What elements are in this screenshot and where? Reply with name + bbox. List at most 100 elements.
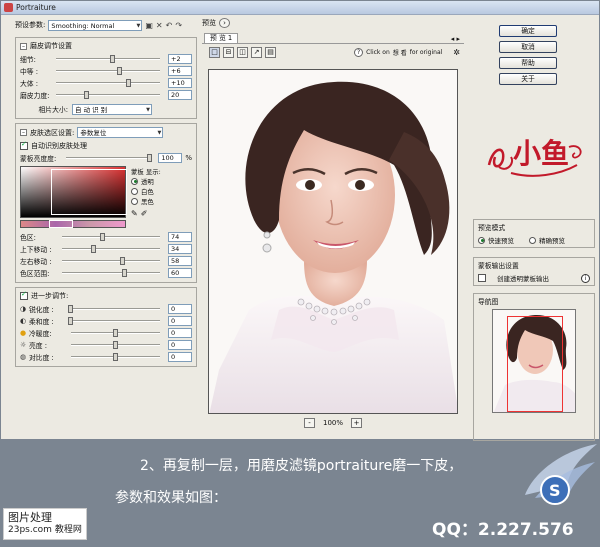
delete-icon[interactable]: ✕ [156, 21, 163, 30]
cancel-button[interactable]: 取消 [499, 41, 557, 53]
value-slider[interactable] [56, 65, 160, 77]
preview-expand-icon[interactable]: › [219, 18, 230, 28]
slider-knob[interactable] [147, 154, 153, 162]
eyedropper-icon[interactable]: ✎ [131, 209, 138, 218]
radio-transparent[interactable] [131, 177, 138, 185]
navigator-viewport[interactable] [507, 316, 563, 412]
slider-row: 色区: 74 [20, 231, 192, 243]
slider-value-field[interactable]: 0 [168, 352, 192, 362]
preset-select[interactable]: Smoothing: Normal [48, 19, 143, 31]
slider-knob[interactable] [100, 233, 106, 241]
radio-white[interactable] [131, 187, 138, 195]
value-slider[interactable] [56, 77, 160, 89]
collapse-icon[interactable]: – [20, 42, 27, 50]
color-picker-area: 蒙板 显示: 透明 白色 黑色 ✎ ✐ [20, 166, 192, 228]
zoom-out-button[interactable]: - [303, 418, 315, 428]
slider-knob[interactable] [84, 91, 90, 99]
save-icon[interactable]: ▣ [145, 21, 153, 30]
mask-brightness-value[interactable]: 100 [158, 153, 183, 163]
slider-label: 亮度 : [29, 342, 48, 350]
slider-value-field[interactable]: +2 [168, 54, 192, 64]
value-slider[interactable] [68, 303, 160, 315]
value-slider[interactable] [62, 267, 160, 279]
value-slider[interactable] [71, 327, 160, 339]
slider-knob[interactable] [125, 79, 131, 87]
slider-value-field[interactable]: +10 [168, 78, 192, 88]
compare-icon[interactable]: ▤ [265, 47, 276, 58]
color-selection[interactable] [51, 169, 127, 215]
undo-icon[interactable]: ↶ [166, 21, 173, 30]
fast-preview-radio[interactable] [478, 236, 485, 244]
tab-scroll-icon[interactable]: ◂ ▸ [451, 35, 460, 43]
navigator-thumbnail[interactable] [492, 309, 576, 413]
slider-value-field[interactable]: 74 [168, 232, 192, 242]
radio-black[interactable] [131, 197, 138, 205]
eyedropper-plus-icon[interactable]: ✐ [141, 209, 148, 218]
slider-knob[interactable] [121, 269, 127, 277]
value-slider[interactable] [62, 231, 160, 243]
slider-knob[interactable] [68, 317, 73, 325]
mask-brightness-slider[interactable] [66, 152, 153, 164]
slider-knob[interactable] [117, 67, 123, 75]
hue-strip[interactable] [20, 220, 126, 228]
value-slider[interactable] [56, 53, 160, 65]
tab-preview-1[interactable]: 预 览 1 [204, 33, 239, 43]
percent-unit: % [185, 154, 192, 162]
slider-value-field[interactable]: 58 [168, 256, 192, 266]
slider-row: 大体 : +10 [20, 77, 192, 89]
slider-row: ● 冷暖度: 0 [20, 327, 192, 339]
redo-icon[interactable]: ↷ [175, 21, 182, 30]
slider-value-field[interactable]: 0 [168, 316, 192, 326]
settings-gear-icon[interactable]: ✲ [453, 48, 460, 57]
mask-option-white[interactable]: 白色 [131, 186, 161, 196]
slider-knob[interactable] [91, 245, 97, 253]
value-slider[interactable] [62, 243, 160, 255]
slider-knob[interactable] [112, 353, 118, 361]
preview-image[interactable] [208, 69, 458, 414]
new-preview-icon[interactable]: ↗ [251, 47, 262, 58]
split-vertical-icon[interactable]: ◫ [237, 47, 248, 58]
value-slider[interactable] [62, 255, 160, 267]
skin-mode-select[interactable]: 参数复位 [77, 127, 164, 138]
value-slider[interactable] [56, 89, 160, 101]
accurate-preview-radio[interactable] [529, 236, 536, 244]
value-slider[interactable] [68, 315, 160, 327]
slider-label: 左右移动 : [20, 258, 52, 266]
mask-option-black[interactable]: 黑色 [131, 196, 161, 206]
help-button[interactable]: 帮助 [499, 57, 557, 69]
photo-size-select[interactable]: 自 动 识 别 [72, 103, 152, 115]
skin-group: – 皮肤选区设置: 参数复位 自动识别皮肤处理 蒙板亮度度: 100 % [15, 123, 197, 283]
contrast-icon: ◍ [20, 353, 27, 361]
skin-title-text: 皮肤选区设置: [30, 128, 75, 137]
collapse-icon[interactable]: – [20, 129, 27, 136]
slider-knob[interactable] [119, 257, 125, 265]
slider-knob[interactable] [112, 329, 118, 337]
color-field[interactable] [20, 166, 127, 218]
about-button[interactable]: 关于 [499, 73, 557, 85]
info-icon[interactable]: i [581, 273, 590, 283]
slider-value-field[interactable]: 34 [168, 244, 192, 254]
transparent-mask-checkbox[interactable] [478, 274, 486, 282]
slider-knob[interactable] [112, 341, 118, 349]
slider-value-field[interactable]: +6 [168, 66, 192, 76]
slider-knob[interactable] [68, 305, 73, 313]
slider-value-field[interactable]: 20 [168, 90, 192, 100]
auto-skin-checkbox[interactable] [20, 140, 28, 150]
hue-selection[interactable] [49, 220, 73, 228]
slider-value-field[interactable]: 60 [168, 268, 192, 278]
help-icon[interactable]: ? [354, 48, 364, 57]
split-horizontal-icon[interactable]: ⊟ [223, 47, 234, 58]
single-view-icon[interactable]: □ [209, 47, 220, 58]
eyedropper-tools: ✎ ✐ [131, 208, 161, 218]
slider-value-field[interactable]: 0 [168, 304, 192, 314]
value-slider[interactable] [71, 351, 160, 363]
mask-option-transparent[interactable]: 透明 [131, 176, 161, 186]
value-slider[interactable] [71, 339, 160, 351]
slider-value-field[interactable]: 0 [168, 340, 192, 350]
slider-value-field[interactable]: 0 [168, 328, 192, 338]
watermark-title: 图片处理 [8, 511, 52, 524]
ok-button[interactable]: 确定 [499, 25, 557, 37]
zoom-in-button[interactable]: + [351, 418, 362, 428]
slider-knob[interactable] [110, 55, 116, 63]
enhance-checkbox[interactable] [20, 290, 28, 300]
